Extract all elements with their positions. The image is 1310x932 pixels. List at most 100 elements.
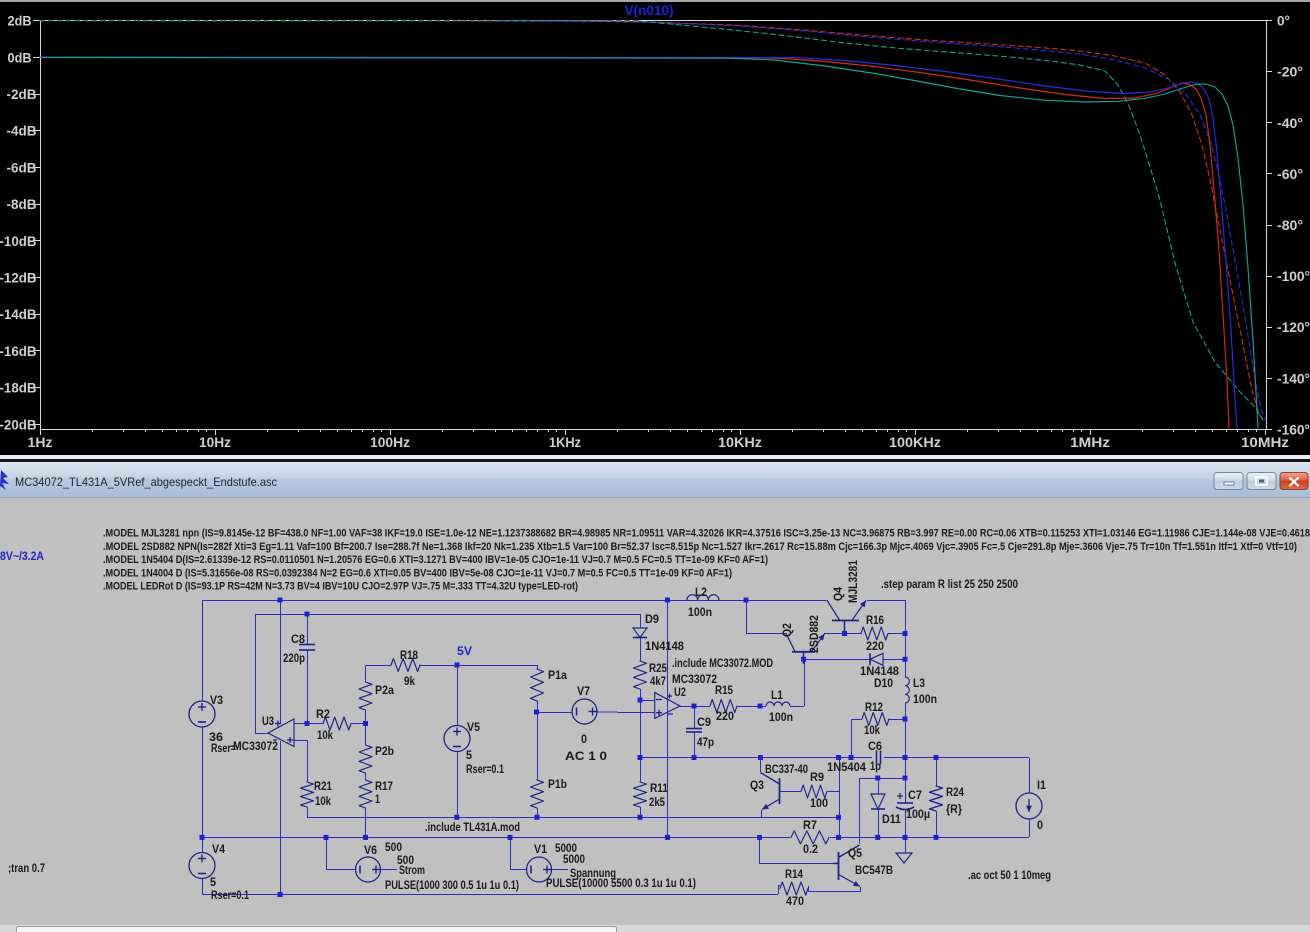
svg-text:0°: 0° [1277,13,1290,29]
svg-text:.step param R list 25 250 2500: .step param R list 25 250 2500 [881,577,1018,591]
svg-text:10k: 10k [317,728,333,742]
svg-text:10MHz: 10MHz [1241,434,1289,450]
svg-text:500: 500 [385,840,402,854]
svg-text:100n: 100n [769,710,793,724]
svg-text:.MODEL 1N4004 D (IS=5.31656e-0: .MODEL 1N4004 D (IS=5.31656e-08 RS=0.039… [103,567,732,579]
svg-text:V1: V1 [534,842,547,856]
svg-text:-6dB: -6dB [7,159,37,175]
svg-text:P1a: P1a [548,668,567,682]
svg-text:0.2: 0.2 [803,842,818,856]
svg-text:R25: R25 [649,661,667,675]
svg-text:MC33072: MC33072 [233,739,278,753]
svg-text:Q4: Q4 [831,587,845,601]
svg-text:P2b: P2b [375,744,394,758]
svg-text:.MODEL 1N5404 D(IS=2.61339e-12: .MODEL 1N5404 D(IS=2.61339e-12 RS=0.0110… [103,554,768,566]
svg-text:100µ: 100µ [906,807,930,821]
svg-text:-4dB: -4dB [7,123,37,139]
svg-text:MC33072: MC33072 [672,672,717,686]
svg-text:BC547B: BC547B [855,863,893,877]
svg-text:R7: R7 [803,818,817,832]
svg-text:-2dB: -2dB [7,86,37,102]
svg-text:100n: 100n [688,605,712,619]
svg-text:220p: 220p [283,651,305,665]
svg-text:.include TL431A.mod: .include TL431A.mod [425,820,520,834]
svg-text:1Hz: 1Hz [28,434,53,450]
svg-text:10k: 10k [864,723,880,737]
svg-text:Q2: Q2 [780,623,794,637]
svg-text:5V: 5V [457,644,472,658]
svg-text:L3: L3 [913,676,925,690]
svg-text:100Hz: 100Hz [370,434,410,450]
svg-text:R11: R11 [650,781,668,795]
svg-text:.ac oct 50 1 10meg: .ac oct 50 1 10meg [968,868,1051,882]
svg-text:V3: V3 [210,693,223,707]
svg-text:-80°: -80° [1277,217,1303,233]
svg-text:D10: D10 [874,676,893,690]
svg-text:U2: U2 [674,685,686,699]
svg-text:1: 1 [375,792,380,806]
svg-text:C8: C8 [291,632,305,646]
svg-text:Rser=0.1: Rser=0.1 [466,762,504,776]
svg-text:C7: C7 [908,788,922,802]
svg-text:-16dB: -16dB [0,343,37,359]
svg-text:-12dB: -12dB [0,270,37,286]
svg-text:Rser=0.1: Rser=0.1 [211,888,249,902]
svg-text:10KHz: 10KHz [718,434,762,450]
svg-text:R9: R9 [810,770,824,784]
svg-text:P1b: P1b [548,777,567,791]
svg-text:1p: 1p [870,759,881,773]
svg-text:2k5: 2k5 [649,795,665,809]
svg-text:V4: V4 [212,842,225,856]
svg-text:1N4148: 1N4148 [645,639,684,653]
svg-text:U3: U3 [262,714,274,728]
svg-text:C6: C6 [868,739,882,753]
svg-text:R17: R17 [375,779,393,793]
svg-text:0dB: 0dB [8,49,32,65]
svg-text:-18dB: -18dB [0,380,37,396]
svg-text:D11: D11 [882,812,901,826]
svg-text:.include MC33072.MOD: .include MC33072.MOD [672,656,773,670]
svg-text:V7: V7 [577,684,590,698]
svg-text:V6: V6 [364,843,377,857]
svg-text:AC 1 0: AC 1 0 [565,749,607,763]
svg-text:-14dB: -14dB [0,306,37,322]
svg-text:C9: C9 [697,715,711,729]
svg-text:2SD882: 2SD882 [807,615,821,653]
svg-text:4k7: 4k7 [650,674,666,688]
svg-text:R24: R24 [946,785,964,799]
svg-text:BC337-40: BC337-40 [765,762,808,776]
svg-text:Q5: Q5 [848,846,862,860]
svg-text:L2: L2 [695,585,707,599]
svg-text:100KHz: 100KHz [889,434,941,450]
svg-text:0: 0 [581,732,587,746]
svg-text:-100°: -100° [1277,268,1310,284]
svg-text:{R}: {R} [946,802,962,816]
svg-text:V(n010): V(n010) [625,2,674,18]
svg-text:R18: R18 [400,648,418,662]
svg-text:220: 220 [716,709,734,723]
svg-text:-20dB: -20dB [0,416,37,432]
svg-text:V5: V5 [467,720,480,734]
svg-text:8V~/3.2A: 8V~/3.2A [0,549,44,563]
svg-text:P2a: P2a [375,683,394,697]
svg-text:-20°: -20° [1277,64,1303,80]
svg-text:5000: 5000 [563,852,585,866]
svg-text:R14: R14 [785,867,803,881]
svg-text:L1: L1 [771,688,783,702]
svg-text:.MODEL MJL3281 npn (IS=9.8145e: .MODEL MJL3281 npn (IS=9.8145e-12 BF=438… [103,528,1310,540]
svg-text:R2: R2 [316,707,330,721]
svg-text:2dB: 2dB [8,13,32,29]
svg-text:220: 220 [866,639,884,653]
svg-text:9k: 9k [404,674,415,688]
svg-text:Q3: Q3 [750,778,764,792]
svg-text:R15: R15 [715,683,733,697]
svg-text:1KHz: 1KHz [549,434,581,450]
svg-text:;tran 0.7: ;tran 0.7 [8,861,45,875]
svg-text:-60°: -60° [1277,166,1303,182]
svg-text:R16: R16 [866,613,884,627]
svg-text:-8dB: -8dB [7,196,37,212]
svg-text:PULSE(1000 300 0.5 1u 1u 0.1): PULSE(1000 300 0.5 1u 1u 0.1) [385,878,519,892]
svg-text:.MODEL LEDRot D (IS=93.1P RS=4: .MODEL LEDRot D (IS=93.1P RS=42M N=3.73 … [103,581,578,593]
svg-text:MJL3281: MJL3281 [846,560,860,603]
svg-text:5: 5 [466,748,472,762]
